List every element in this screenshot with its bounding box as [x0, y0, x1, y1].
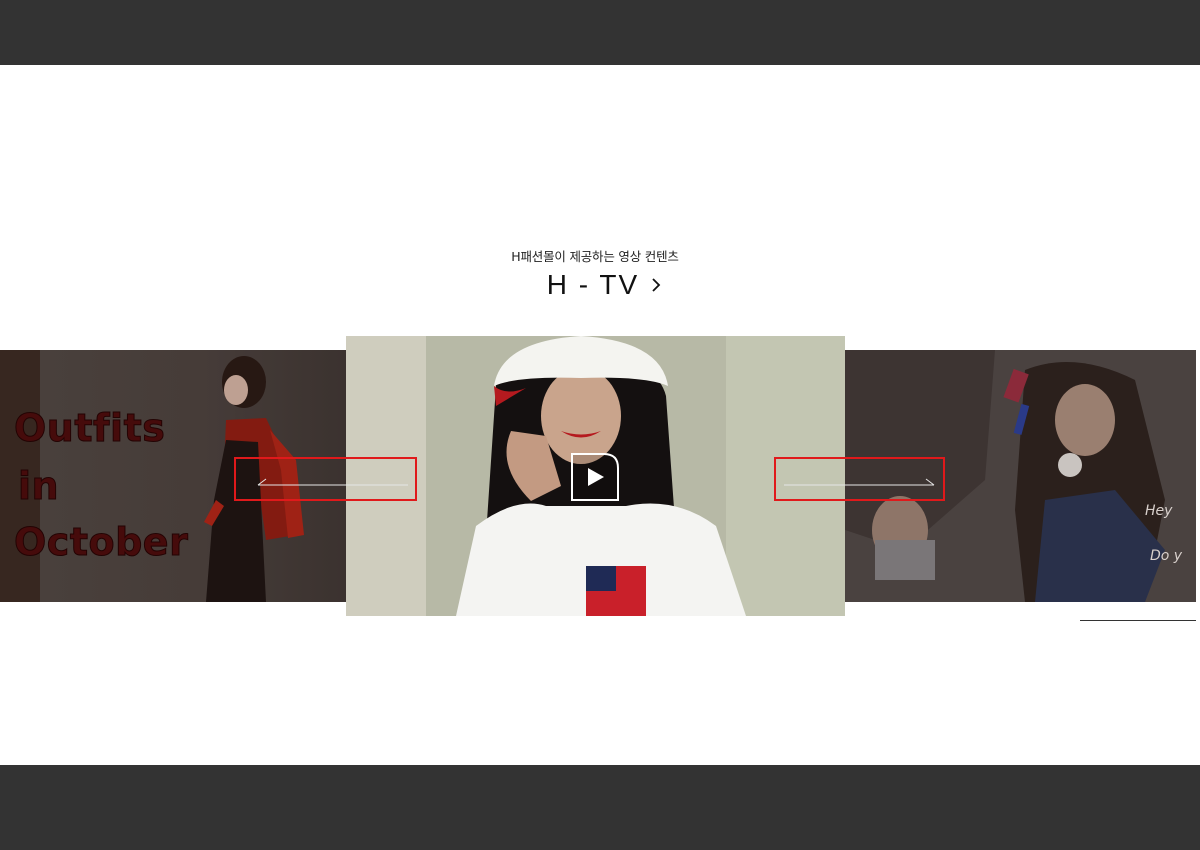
prev-slide-button[interactable] — [234, 457, 417, 501]
top-dark-band — [0, 0, 1200, 65]
section-title-row: H - TV — [0, 266, 1200, 304]
htv-title-link[interactable]: H - TV — [547, 269, 661, 301]
slider-progress-line — [1080, 620, 1196, 621]
arrow-right-icon — [784, 478, 935, 486]
chevron-right-icon — [652, 278, 661, 292]
section-title: H - TV — [546, 269, 640, 300]
handwriting-1: Hey — [1145, 503, 1173, 519]
next-slide-button[interactable] — [774, 457, 945, 501]
bottom-dark-band — [0, 765, 1200, 850]
handwriting-2: Do y — [1150, 548, 1183, 564]
arrow-left-icon — [257, 478, 408, 486]
play-icon[interactable] — [570, 452, 620, 502]
section-subtitle: H패션몰이 제공하는 영상 컨텐츠 — [511, 249, 679, 264]
